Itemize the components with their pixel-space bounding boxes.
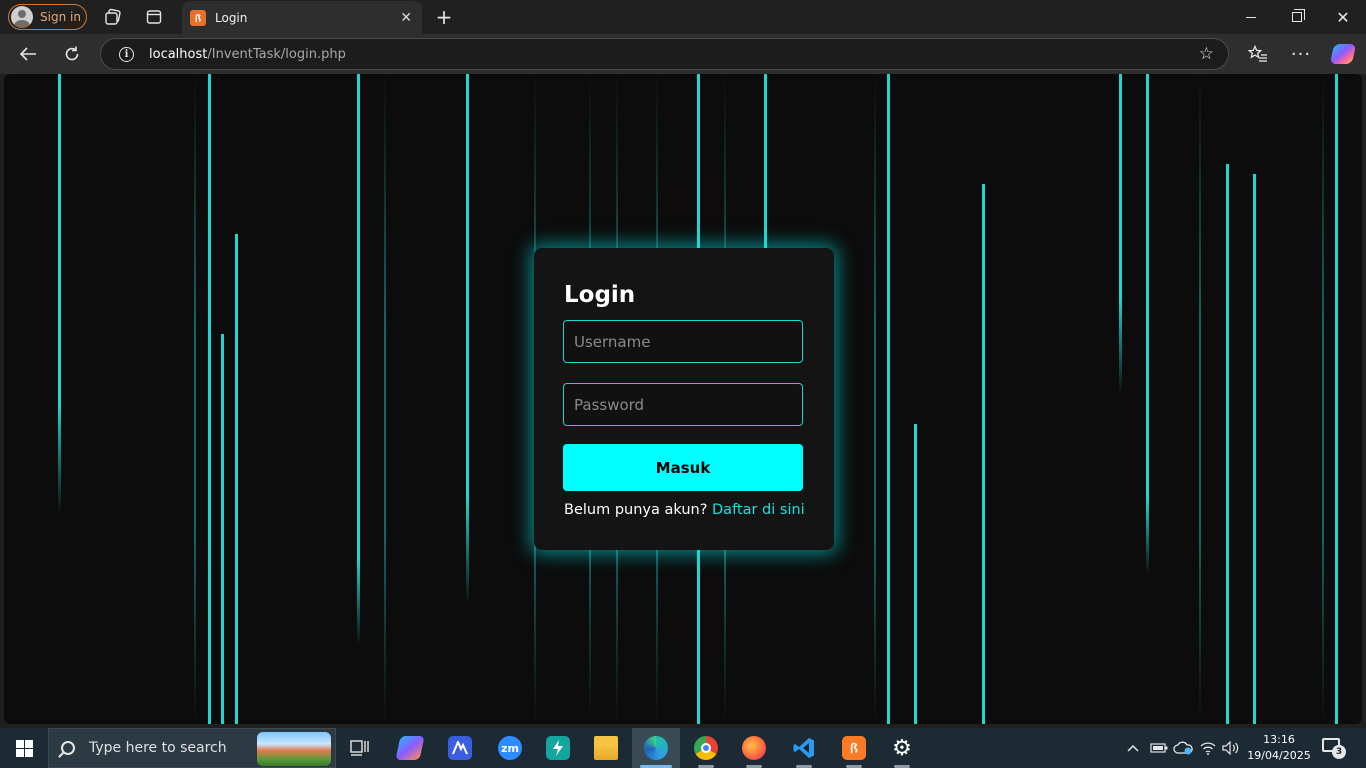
workspaces-icon[interactable] [103, 7, 123, 27]
light-beam [1199, 74, 1201, 724]
task-view-icon [350, 740, 369, 756]
login-heading: Login [564, 282, 636, 308]
username-input[interactable] [563, 320, 803, 363]
light-beam [1146, 74, 1149, 574]
firefox-icon [742, 736, 766, 760]
refresh-icon[interactable] [60, 42, 84, 66]
battery-icon[interactable] [1150, 728, 1168, 768]
light-beam [914, 424, 917, 724]
password-input[interactable] [563, 383, 803, 426]
minimize-icon [1246, 16, 1256, 18]
avatar [11, 6, 33, 28]
taskbar-chrome[interactable] [682, 728, 730, 768]
light-beam [384, 74, 386, 724]
light-beam [1253, 174, 1256, 724]
page-viewport: Login Masuk Belum punya akun? Daftar di … [4, 74, 1362, 724]
taskbar-copilot[interactable] [386, 728, 434, 768]
light-beam [221, 334, 224, 724]
taskbar-xampp[interactable]: ꟗ [830, 728, 878, 768]
taskbar-file-explorer[interactable] [582, 728, 630, 768]
windows-taskbar: Type here to search zm ꟗ ⚙ 13:16 19/04/2… [0, 728, 1366, 768]
taskbar-search-box[interactable]: Type here to search [48, 728, 336, 768]
xampp-favicon-icon: ꟗ [190, 9, 206, 26]
light-beam [764, 74, 767, 264]
favorites-icon[interactable] [1247, 43, 1269, 65]
address-bar[interactable]: i localhost/InventTask/login.php ☆ [100, 38, 1229, 70]
new-tab-icon[interactable]: + [434, 5, 454, 29]
settings-icon: ⚙ [892, 735, 912, 761]
taskbar-clock[interactable]: 13:16 19/04/2025 [1246, 732, 1312, 764]
search-icon [61, 741, 75, 755]
light-beam [208, 74, 211, 724]
notification-center-icon[interactable]: 3 [1322, 738, 1346, 759]
url-text: localhost/InventTask/login.php [149, 47, 346, 62]
file-explorer-icon [594, 736, 618, 760]
light-beam [58, 74, 61, 514]
taskbar-app[interactable] [436, 728, 484, 768]
task-view-button[interactable] [336, 728, 384, 768]
light-beam [1335, 74, 1338, 724]
site-info-icon[interactable]: i [119, 46, 134, 62]
windows-logo-icon [15, 739, 33, 757]
power-automate-icon [546, 736, 570, 760]
close-tab-icon[interactable]: ✕ [400, 10, 412, 26]
register-prompt-text: Belum punya akun? [564, 502, 708, 518]
more-options-icon[interactable]: ··· [1290, 43, 1312, 65]
chevron-up-icon [1127, 744, 1139, 752]
light-beam [194, 74, 196, 724]
light-beam [874, 74, 876, 724]
xampp-icon: ꟗ [842, 736, 866, 760]
copilot-icon [395, 736, 425, 760]
clock-date: 19/04/2025 [1247, 749, 1311, 762]
taskbar-edge[interactable] [632, 728, 680, 768]
taskbar-settings[interactable]: ⚙ [878, 728, 926, 768]
clock-time: 13:16 [1263, 733, 1295, 746]
profile-signin-button[interactable]: Sign in [8, 4, 87, 30]
light-beam [982, 184, 985, 724]
tab-login[interactable]: ꟗ Login ✕ [182, 1, 422, 34]
url-host: localhost [149, 46, 208, 62]
notification-count-badge: 3 [1332, 745, 1346, 759]
taskbar-vscode[interactable] [780, 728, 828, 768]
taskbar-zoom[interactable]: zm [486, 728, 534, 768]
restore-button[interactable] [1274, 0, 1320, 34]
taskbar-power-automate[interactable] [534, 728, 582, 768]
volume-icon[interactable] [1222, 728, 1240, 768]
url-path: /InventTask/login.php [207, 46, 346, 62]
light-beam [1119, 74, 1122, 394]
copilot-icon[interactable] [1329, 43, 1357, 65]
masuk-button[interactable]: Masuk [563, 444, 803, 491]
wifi-icon[interactable] [1200, 728, 1216, 768]
tab-actions-icon[interactable] [144, 7, 164, 27]
close-window-button[interactable]: ✕ [1320, 0, 1366, 34]
login-card: Login Masuk Belum punya akun? Daftar di … [534, 248, 834, 550]
vscode-icon [792, 736, 816, 760]
browser-tab-bar: Sign in ꟗ Login ✕ + ✕ [0, 0, 1366, 34]
light-beam [235, 234, 238, 724]
register-prompt: Belum punya akun? Daftar di sini [564, 502, 805, 518]
favorite-star-icon[interactable]: ☆ [1199, 44, 1214, 64]
restore-icon [1292, 9, 1305, 22]
browser-toolbar: i localhost/InventTask/login.php ☆ ··· [0, 34, 1366, 74]
light-beam [1226, 164, 1229, 724]
light-beam [1322, 74, 1324, 724]
signin-label: Sign in [40, 10, 81, 24]
onedrive-icon[interactable] [1173, 728, 1193, 768]
tab-title: Login [215, 10, 248, 25]
app-icon [448, 736, 472, 760]
light-beam [466, 74, 469, 604]
edge-icon [644, 736, 668, 760]
taskbar-firefox[interactable] [730, 728, 778, 768]
search-highlight-image [257, 732, 331, 766]
minimize-button[interactable] [1228, 0, 1274, 34]
back-arrow-icon[interactable] [16, 42, 40, 66]
start-button[interactable] [0, 728, 48, 768]
zoom-icon: zm [498, 736, 522, 760]
search-placeholder: Type here to search [89, 740, 227, 756]
light-beam [887, 74, 890, 724]
chrome-icon [694, 736, 718, 760]
show-hidden-icons[interactable] [1126, 728, 1140, 768]
register-link[interactable]: Daftar di sini [712, 502, 805, 518]
light-beam [357, 74, 360, 644]
